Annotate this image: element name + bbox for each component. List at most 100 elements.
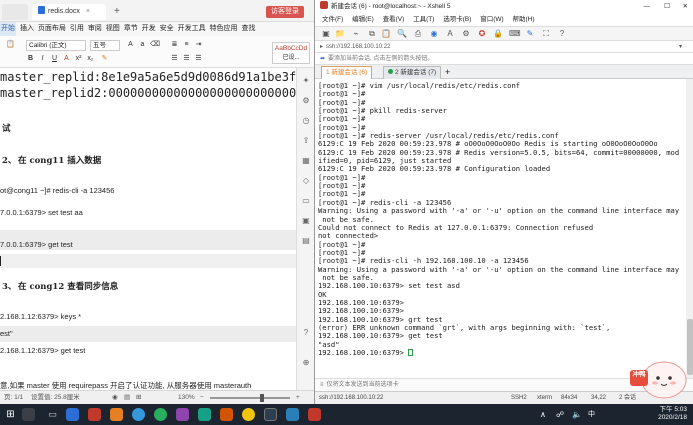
- terminal-app-icon[interactable]: [264, 408, 277, 421]
- bullets-icon[interactable]: ≣: [170, 40, 179, 49]
- close-icon[interactable]: ×: [86, 8, 90, 15]
- shrink-font-icon[interactable]: a: [138, 40, 147, 49]
- copy-icon[interactable]: ⧉: [367, 29, 377, 39]
- highlight-icon[interactable]: ✎: [100, 54, 109, 63]
- menu-tools[interactable]: 工具(T): [413, 16, 434, 23]
- zoom-out-icon[interactable]: −: [200, 391, 204, 404]
- session-add-icon[interactable]: ⬌: [320, 56, 325, 62]
- task-view-icon[interactable]: ▭: [46, 408, 59, 421]
- subscript-icon[interactable]: x₂: [86, 54, 95, 63]
- zoom-slider-thumb[interactable]: [260, 394, 264, 402]
- editor-tab-redis[interactable]: redis.docx ×: [32, 4, 106, 20]
- menu-item-devtools[interactable]: 开发工具: [178, 22, 206, 36]
- image-icon[interactable]: ▣: [301, 216, 311, 226]
- settings-icon[interactable]: ⚙: [301, 96, 311, 106]
- media-app-icon[interactable]: [176, 408, 189, 421]
- align-right-icon[interactable]: ☰: [194, 54, 203, 63]
- chrome-app-icon[interactable]: [154, 408, 167, 421]
- format-icon[interactable]: ✦: [301, 76, 311, 86]
- ime-icon[interactable]: 中: [588, 408, 601, 421]
- open-folder-icon[interactable]: 📁: [335, 29, 345, 39]
- table-icon[interactable]: ▦: [301, 156, 311, 166]
- address-bar[interactable]: ▸ ssh://192.168.100.10:22 ▾: [315, 41, 693, 53]
- search-icon[interactable]: 🔍: [397, 29, 407, 39]
- session-tab-6[interactable]: 1 新建会话 (6): [321, 66, 373, 79]
- editor-tab-blank[interactable]: [2, 4, 28, 20]
- menu-item-view[interactable]: 视图: [106, 22, 120, 36]
- layout-icon[interactable]: ▤: [124, 391, 130, 404]
- browser-app-icon[interactable]: [132, 408, 145, 421]
- terminal-output[interactable]: [root@1 ~]# vim /usr/local/redis/etc/red…: [315, 79, 686, 378]
- new-session-icon[interactable]: ▣: [321, 29, 331, 39]
- zoom-slider[interactable]: [210, 397, 290, 399]
- close-window-icon[interactable]: ✕: [683, 0, 688, 14]
- compose-menu-icon[interactable]: ≡: [320, 382, 324, 388]
- session-arrow-icon[interactable]: ▸: [320, 44, 323, 50]
- menu-item-security[interactable]: 安全: [160, 22, 174, 36]
- menu-item-layout[interactable]: 页面布局: [38, 22, 66, 36]
- paste-icon[interactable]: 📋: [6, 40, 15, 49]
- history-icon[interactable]: ◷: [301, 116, 311, 126]
- xftp-icon[interactable]: ✪: [477, 29, 487, 39]
- paste-icon[interactable]: 📋: [381, 29, 391, 39]
- properties-icon[interactable]: ⚙: [461, 29, 471, 39]
- bold-icon[interactable]: B: [26, 54, 35, 63]
- wps-app-icon[interactable]: [66, 408, 79, 421]
- compose-icon[interactable]: ✎: [525, 29, 535, 39]
- menu-tab[interactable]: 选项卡(B): [443, 16, 471, 23]
- session-tab-7[interactable]: 2 新建会话 (7): [383, 66, 442, 79]
- font-color-icon[interactable]: A: [62, 54, 71, 63]
- login-button[interactable]: 访客登录: [266, 6, 304, 18]
- menu-file[interactable]: 文件(F): [322, 16, 343, 23]
- network-icon[interactable]: ☍: [556, 408, 569, 421]
- help-icon[interactable]: ?: [301, 328, 311, 338]
- zoom-icon[interactable]: ⊕: [301, 358, 311, 368]
- menu-item-insert[interactable]: 插入: [20, 22, 34, 36]
- tray-arrow-icon[interactable]: ∧: [540, 408, 553, 421]
- menu-item-start[interactable]: 开始: [0, 22, 16, 36]
- clear-format-icon[interactable]: ⌫: [150, 40, 160, 49]
- italic-icon[interactable]: I: [38, 54, 47, 63]
- search-box[interactable]: [22, 408, 35, 421]
- menu-window[interactable]: 窗口(W): [480, 16, 503, 23]
- menu-item-find[interactable]: 查找: [241, 22, 255, 36]
- share-icon[interactable]: ⇪: [301, 136, 311, 146]
- print-icon[interactable]: ⎙: [413, 29, 423, 39]
- numbering-icon[interactable]: ≡: [182, 40, 191, 49]
- grow-font-icon[interactable]: A: [126, 40, 135, 49]
- menu-help[interactable]: 帮助(H): [512, 16, 534, 23]
- menu-item-chapter[interactable]: 章节: [124, 22, 138, 36]
- web-icon[interactable]: ⊞: [136, 391, 141, 404]
- new-tab-button[interactable]: +: [108, 4, 126, 20]
- minimize-icon[interactable]: —: [644, 0, 651, 14]
- help-icon[interactable]: ?: [557, 29, 567, 39]
- comment-icon[interactable]: ▭: [301, 196, 311, 206]
- wechat-app-icon[interactable]: [198, 408, 211, 421]
- terminal-scrollbar[interactable]: [686, 79, 693, 378]
- fullscreen-icon[interactable]: ⛶: [541, 29, 551, 39]
- word-app-icon[interactable]: [286, 408, 299, 421]
- align-left-icon[interactable]: ☰: [170, 54, 179, 63]
- font-name-select[interactable]: Calibri (正文): [26, 40, 86, 51]
- xshell-taskbar-icon[interactable]: [308, 408, 321, 421]
- taskbar-clock[interactable]: 下午 5:03 2020/2/18: [658, 406, 687, 422]
- zoom-in-icon[interactable]: +: [296, 391, 300, 404]
- lock-icon[interactable]: 🔒: [493, 29, 503, 39]
- menu-edit[interactable]: 编辑(E): [352, 16, 374, 23]
- indent-icon[interactable]: ⇥: [194, 40, 203, 49]
- add-session-tab-button[interactable]: +: [441, 66, 454, 79]
- menu-item-reference[interactable]: 引用: [70, 22, 84, 36]
- align-center-icon[interactable]: ☰: [182, 54, 191, 63]
- start-menu-icon[interactable]: ⊞: [4, 408, 17, 421]
- volume-icon[interactable]: 🔈: [572, 408, 585, 421]
- menu-item-review[interactable]: 审阅: [88, 22, 102, 36]
- keyboard-icon[interactable]: ⌨: [509, 29, 521, 39]
- menu-item-dev[interactable]: 开发: [142, 22, 156, 36]
- status-zoom[interactable]: 130%: [178, 391, 195, 404]
- shape-icon[interactable]: ◇: [301, 176, 311, 186]
- document-page[interactable]: master_replid:8e1e9a5a6e5d9d0086d91a1be3…: [0, 68, 296, 390]
- disconnect-icon[interactable]: ⌁: [351, 29, 361, 39]
- mail-app-icon[interactable]: [220, 408, 233, 421]
- xshell-app-icon[interactable]: [88, 408, 101, 421]
- maximize-icon[interactable]: ☐: [664, 0, 670, 14]
